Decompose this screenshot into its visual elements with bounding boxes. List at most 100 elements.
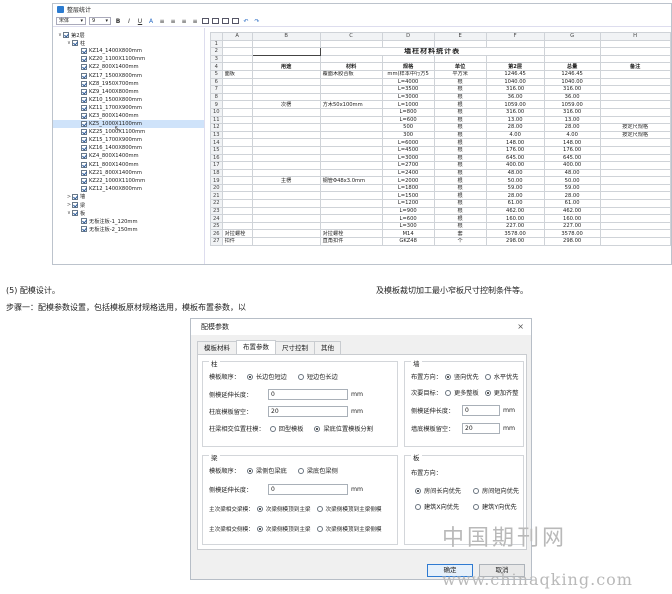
beam-sec-radio-2[interactable] [316, 506, 323, 512]
tree-checkbox[interactable] [81, 226, 87, 233]
tree-checkbox[interactable] [81, 137, 87, 144]
tree-node[interactable]: ∨ 柱 [53, 39, 204, 47]
wall-gap-input[interactable]: 20 [462, 423, 500, 434]
tree-node[interactable]: KZ25_1000X1100mm [53, 128, 204, 136]
tree-node[interactable]: KZ17_1500X800mm [53, 71, 204, 79]
wall-ext-input[interactable]: 0 [462, 405, 500, 416]
tree-checkbox[interactable] [72, 202, 78, 209]
tab-other[interactable]: 其他 [314, 341, 341, 354]
slab-radio-3[interactable] [415, 503, 421, 510]
underline-button[interactable]: U [136, 18, 144, 25]
merge-cells-icon[interactable] [202, 18, 209, 24]
wall-goal-radio-1[interactable] [444, 389, 451, 396]
wall-dir-radio-2[interactable] [484, 373, 491, 380]
font-name-select[interactable]: 宋体 ▾ [56, 17, 86, 25]
border-icon[interactable] [212, 18, 219, 24]
redo-icon[interactable]: ↷ [253, 18, 261, 25]
tree-checkbox[interactable] [81, 121, 87, 128]
tree-node[interactable]: ∨ 第2层 [53, 31, 204, 39]
beam-sec2-radio-1[interactable] [256, 526, 263, 532]
tree-checkbox[interactable] [72, 40, 78, 47]
tree-checkbox[interactable] [81, 96, 87, 103]
tree-checkbox[interactable] [81, 72, 87, 79]
beam-sec2-radio-2[interactable] [316, 526, 323, 532]
tree-checkbox[interactable] [81, 145, 87, 152]
tab-size-control[interactable]: 尺寸控制 [275, 341, 315, 354]
tree-node[interactable]: KZ14_1400X800mm [53, 47, 204, 55]
tree-checkbox[interactable] [81, 129, 87, 136]
row-number: 15 [210, 145, 223, 155]
beam-sec-radio-1[interactable] [256, 506, 263, 512]
tree-checkbox[interactable] [81, 80, 87, 87]
align-justify-icon[interactable]: ≡ [191, 18, 199, 25]
tree-node[interactable]: KZ4_800X1400mm [53, 152, 204, 160]
tree-checkbox[interactable] [81, 112, 87, 119]
column-gap-input[interactable]: 20 [268, 406, 348, 417]
tree-checkbox[interactable] [81, 48, 87, 55]
font-color-icon[interactable]: A [147, 18, 155, 25]
column-order-radio-2[interactable] [297, 373, 304, 380]
tree-node[interactable]: KZ20_1100X1100mm [53, 55, 204, 63]
tree-node[interactable]: KZ8_1950X700mm [53, 80, 204, 88]
tree-node[interactable]: KZ22_1000X1100mm [53, 177, 204, 185]
tab-layout[interactable]: 布置参数 [236, 340, 276, 354]
wall-dir-radio-1[interactable] [444, 373, 451, 380]
column-pos-radio-1[interactable] [269, 425, 276, 432]
tree-node[interactable]: 无板注板-2_150mm [53, 225, 204, 233]
tree-checkbox[interactable] [81, 64, 87, 71]
tab-material[interactable]: 模板材料 [197, 341, 237, 354]
tree-checkbox[interactable] [81, 169, 87, 176]
tree-node[interactable]: KZ15_1700X900mm [53, 136, 204, 144]
tree-node[interactable]: KZ10_1500X800mm [53, 96, 204, 104]
column-order-radio-1[interactable] [246, 373, 253, 380]
tree-node[interactable]: KZ5_1000X1100mm [53, 120, 204, 129]
beam-ext-input[interactable]: 0 [268, 484, 348, 495]
tree-node[interactable]: KZ2_800X1400mm [53, 63, 204, 71]
grid-icon[interactable] [232, 18, 239, 24]
tree-checkbox[interactable] [72, 193, 78, 200]
tree-node[interactable]: KZ1_800X1400mm [53, 161, 204, 169]
table-row: 23 L=900 根 462.00 462.00 [210, 206, 671, 216]
slab-radio-1[interactable] [415, 487, 421, 494]
tree-checkbox[interactable] [72, 210, 78, 217]
table-cell [221, 92, 253, 102]
column-ext-input[interactable]: 0 [268, 389, 348, 400]
column-pos-radio-2[interactable] [314, 425, 321, 432]
undo-icon[interactable]: ↶ [242, 18, 250, 25]
tree-node-label: 梁 [80, 202, 86, 209]
italic-button[interactable]: I [125, 18, 133, 25]
tree-checkbox[interactable] [81, 218, 87, 225]
tree-node[interactable]: 无板注板-1_120mm [53, 217, 204, 225]
beam-order-radio-2[interactable] [297, 467, 304, 474]
table-icon[interactable] [222, 18, 229, 24]
tree-checkbox[interactable] [81, 161, 87, 168]
tree-node[interactable]: > 梁 [53, 201, 204, 209]
tree-checkbox[interactable] [81, 153, 87, 160]
wall-goal-radio-2[interactable] [484, 389, 491, 396]
row-number: 19 [210, 176, 223, 185]
tree-node[interactable]: KZ9_1400X800mm [53, 88, 204, 96]
bold-button[interactable]: B [114, 18, 122, 25]
tree-node[interactable]: KZ12_1400X800mm [53, 185, 204, 193]
tree-node[interactable]: ∨ 板 [53, 209, 204, 217]
tree-node[interactable]: KZ16_1400X800mm [53, 144, 204, 152]
font-size-select[interactable]: 9 ▾ [89, 17, 111, 25]
beam-order-radio-1[interactable] [246, 467, 253, 474]
tree-checkbox[interactable] [81, 88, 87, 95]
align-left-icon[interactable]: ≡ [158, 18, 166, 25]
tree-checkbox[interactable] [81, 56, 87, 63]
slab-radio-4[interactable] [473, 503, 479, 510]
tree-node[interactable]: > 墙 [53, 193, 204, 201]
column-header: D [381, 32, 435, 41]
tree-node[interactable]: KZ3_800X1400mm [53, 112, 204, 120]
close-icon[interactable]: × [517, 322, 524, 331]
tree-node[interactable]: KZ21_800X1400mm [53, 169, 204, 177]
tree-checkbox[interactable] [81, 177, 87, 184]
tree-checkbox[interactable] [81, 185, 87, 192]
align-center-icon[interactable]: ≡ [169, 18, 177, 25]
tree-checkbox[interactable] [81, 104, 87, 111]
align-right-icon[interactable]: ≡ [180, 18, 188, 25]
slab-radio-2[interactable] [473, 487, 479, 494]
tree-checkbox[interactable] [63, 32, 69, 39]
tree-node[interactable]: KZ11_1700X900mm [53, 104, 204, 112]
